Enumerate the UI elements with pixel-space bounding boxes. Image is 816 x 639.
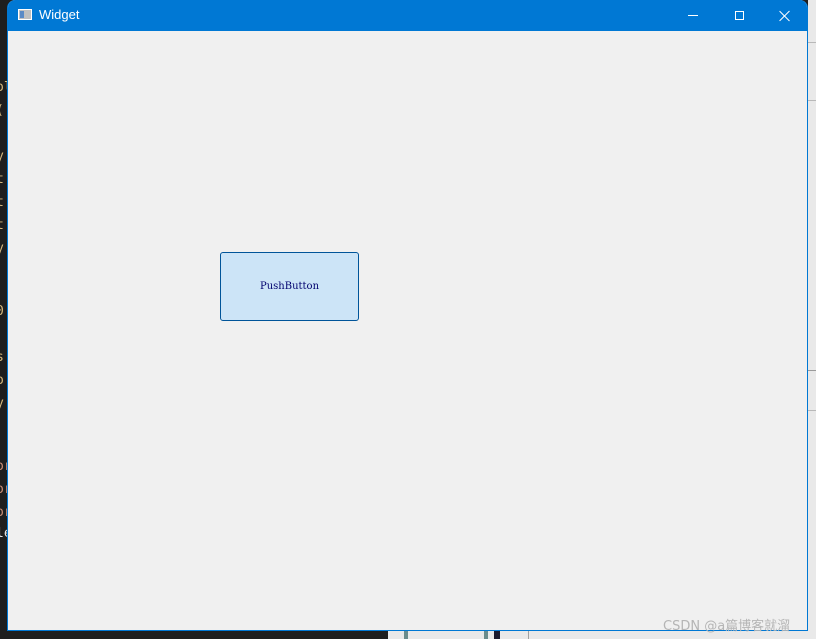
app-window-icon[interactable]	[18, 9, 32, 20]
title-bar[interactable]: Widget	[8, 0, 807, 31]
panel-divider	[808, 42, 816, 43]
panel-divider	[808, 100, 816, 101]
code-fragment: s	[0, 350, 4, 365]
panel-edge	[528, 631, 529, 639]
code-fragment: y	[0, 396, 4, 411]
maximize-button[interactable]	[716, 0, 762, 31]
background-side-panel	[808, 0, 816, 639]
maximize-icon	[734, 11, 744, 20]
widget-window: Widget PushButton	[7, 0, 808, 631]
push-button-label: PushButton	[259, 281, 320, 292]
window-title: Widget	[39, 7, 80, 22]
push-button[interactable]: PushButton	[220, 252, 359, 321]
code-fragment: y	[0, 241, 4, 256]
code-fragment: (	[0, 103, 4, 118]
window-client-area: PushButton	[8, 31, 807, 630]
code-fragment: 0	[0, 304, 4, 319]
panel-divider	[808, 370, 816, 371]
close-icon	[779, 10, 791, 22]
panel-divider	[808, 410, 816, 411]
panel-edge	[404, 631, 408, 639]
code-fragment: t	[0, 195, 4, 210]
minimize-button[interactable]	[670, 0, 716, 31]
code-fragment: t	[0, 218, 4, 233]
code-fragment: o	[0, 373, 4, 388]
code-fragment: t	[0, 172, 4, 187]
panel-edge	[494, 631, 500, 639]
close-button[interactable]	[762, 0, 807, 31]
minimize-icon	[688, 15, 698, 16]
panel-edge	[484, 631, 488, 639]
watermark-text: CSDN @a篇博客就溜	[663, 619, 791, 634]
code-fragment: y	[0, 149, 4, 164]
